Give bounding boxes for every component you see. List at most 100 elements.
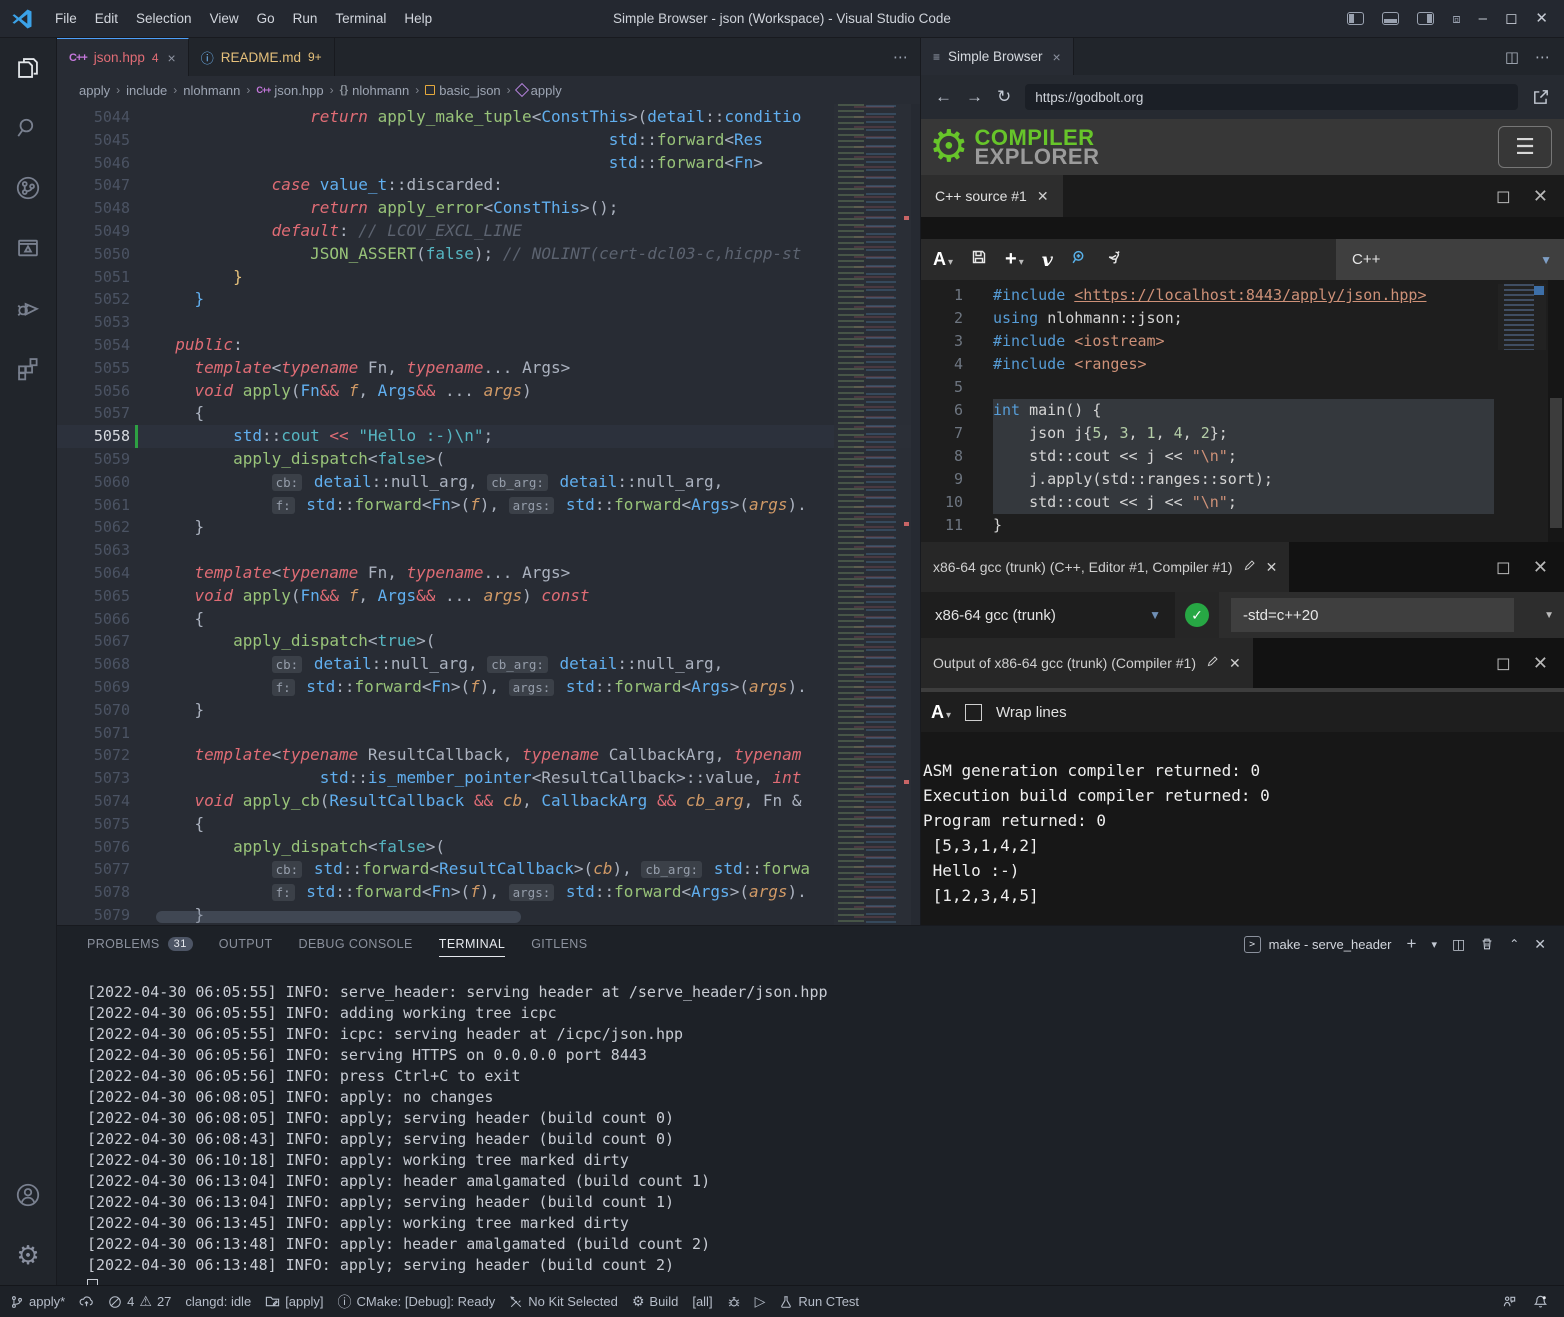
close-panel-icon[interactable]: ✕ bbox=[1534, 936, 1546, 953]
tab-readme-md[interactable]: ⓘ README.md 9+ bbox=[189, 38, 335, 76]
maximize-pane-icon[interactable]: ◻ bbox=[1496, 186, 1511, 207]
godbolt-code-line[interactable]: 1#include <https://localhost:8443/apply/… bbox=[921, 284, 1564, 307]
url-input[interactable]: https://godbolt.org bbox=[1025, 84, 1518, 110]
output-pane-tab[interactable]: Output of x86-64 gcc (trunk) (Compiler #… bbox=[921, 638, 1253, 688]
panel-tab-problems[interactable]: PROBLEMS31 bbox=[87, 926, 193, 962]
code-line[interactable]: 5064template<typename Fn, typename... Ar… bbox=[57, 562, 920, 585]
code-line[interactable]: 5075{ bbox=[57, 813, 920, 836]
code-line[interactable]: 5073std::is_member_pointer<ResultCallbac… bbox=[57, 767, 920, 790]
terminal-output[interactable]: [2022-04-30 06:05:55] INFO: serve_header… bbox=[57, 962, 1564, 1299]
compiler-pane-tab[interactable]: x86-64 gcc (trunk) (C++, Editor #1, Comp… bbox=[921, 542, 1289, 592]
cppinsights-bird-icon[interactable] bbox=[1106, 249, 1123, 271]
close-pane-icon[interactable]: ✕ bbox=[1266, 559, 1278, 576]
godbolt-scrollbar[interactable] bbox=[1548, 280, 1564, 542]
flags-dropdown-icon[interactable]: ▼ bbox=[1544, 610, 1554, 621]
toggle-panel-icon[interactable] bbox=[1382, 12, 1399, 25]
godbolt-code-line[interactable]: 10 std::cout << j << "\n"; bbox=[921, 491, 1564, 514]
menu-file[interactable]: File bbox=[46, 11, 86, 26]
code-line[interactable]: 5051} bbox=[57, 266, 920, 289]
code-line[interactable]: 5053 bbox=[57, 311, 920, 334]
close-pane-icon[interactable]: ✕ bbox=[1533, 653, 1548, 674]
breadcrumb-item-include[interactable]: include bbox=[126, 83, 167, 98]
code-line[interactable]: 5066{ bbox=[57, 608, 920, 631]
code-line[interactable]: 5065void apply(Fn&& f, Args&& ... args) … bbox=[57, 585, 920, 608]
problems-item[interactable]: 4 ⚠ 27 bbox=[108, 1293, 171, 1310]
font-size-button[interactable]: A▾ bbox=[933, 249, 953, 270]
close-pane-icon[interactable]: ✕ bbox=[1533, 557, 1548, 578]
code-line[interactable]: 5055template<typename Fn, typename... Ar… bbox=[57, 357, 920, 380]
wrap-lines-checkbox[interactable] bbox=[965, 704, 982, 721]
menu-terminal[interactable]: Terminal bbox=[326, 11, 395, 26]
godbolt-code-line[interactable]: 9 j.apply(std::ranges::sort); bbox=[921, 468, 1564, 491]
close-pane-icon[interactable]: ✕ bbox=[1229, 655, 1241, 672]
close-icon[interactable]: ✕ bbox=[1037, 188, 1049, 205]
code-line[interactable]: 5069f: std::forward<Fn>(f), args: std::f… bbox=[57, 676, 920, 699]
maximize-icon[interactable]: ◻ bbox=[1505, 11, 1517, 26]
menu-view[interactable]: View bbox=[201, 11, 248, 26]
editor-horizontal-scrollbar[interactable] bbox=[156, 911, 521, 923]
godbolt-source-editor[interactable]: 1#include <https://localhost:8443/apply/… bbox=[921, 280, 1564, 542]
launch-item[interactable]: ▷ bbox=[755, 1293, 766, 1310]
editor-vertical-scrollbar[interactable] bbox=[911, 104, 920, 925]
code-line[interactable]: 5072template<typename ResultCallback, ty… bbox=[57, 744, 920, 767]
tab-json-hpp[interactable]: C++ json.hpp 4 × bbox=[57, 38, 189, 76]
build-target-item[interactable]: [all] bbox=[692, 1294, 712, 1309]
code-line[interactable]: 5074void apply_cb(ResultCallback && cb, … bbox=[57, 790, 920, 813]
settings-gear-icon[interactable]: ⚙ bbox=[0, 1225, 57, 1285]
breadcrumb-item-json.hpp[interactable]: C++json.hpp bbox=[256, 83, 323, 98]
code-line[interactable]: 5067apply_dispatch<true>( bbox=[57, 630, 920, 653]
new-terminal-icon[interactable]: + bbox=[1407, 934, 1417, 954]
code-line[interactable]: 5048return apply_error<ConstThis>(); bbox=[57, 197, 920, 220]
tab-simple-browser[interactable]: ≡ Simple Browser × bbox=[921, 38, 1074, 75]
open-external-icon[interactable] bbox=[1532, 88, 1550, 106]
source-tab[interactable]: C++ source #1 ✕ bbox=[921, 175, 1063, 217]
ctest-item[interactable]: Run CTest bbox=[779, 1294, 859, 1309]
rename-pane-icon[interactable] bbox=[1206, 655, 1219, 671]
code-line[interactable]: 5050JSON_ASSERT(false); // NOLINT(cert-d… bbox=[57, 243, 920, 266]
code-line[interactable]: 5070} bbox=[57, 699, 920, 722]
code-line[interactable]: 5044return apply_make_tuple<ConstThis>(d… bbox=[57, 106, 920, 129]
reload-icon[interactable]: ↻ bbox=[997, 87, 1011, 107]
toggle-secondary-sidebar-icon[interactable] bbox=[1417, 12, 1434, 25]
code-line[interactable]: 5071 bbox=[57, 722, 920, 745]
kit-item[interactable]: No Kit Selected bbox=[509, 1294, 618, 1309]
breadcrumb-item-apply[interactable]: apply bbox=[517, 83, 562, 98]
code-line[interactable]: 5063 bbox=[57, 539, 920, 562]
compiler-select[interactable]: x86-64 gcc (trunk) ▼ bbox=[921, 592, 1175, 638]
vim-mode-icon[interactable]: v bbox=[1042, 249, 1053, 271]
code-line[interactable]: 5047case value_t::discarded: bbox=[57, 174, 920, 197]
menu-run[interactable]: Run bbox=[284, 11, 327, 26]
maximize-pane-icon[interactable]: ◻ bbox=[1496, 557, 1511, 578]
breadcrumb-item-nlohmann[interactable]: {}nlohmann bbox=[340, 83, 410, 98]
code-line[interactable]: 5077cb: std::forward<ResultCallback>(cb)… bbox=[57, 858, 920, 881]
panel-tab-debug-console[interactable]: DEBUG CONSOLE bbox=[299, 926, 413, 962]
cmake-folder-item[interactable]: [apply] bbox=[265, 1294, 323, 1309]
close-tab-icon[interactable]: × bbox=[1053, 49, 1061, 65]
code-line[interactable]: 5061f: std::forward<Fn>(f), args: std::f… bbox=[57, 494, 920, 517]
godbolt-code-line[interactable]: 3#include <iostream> bbox=[921, 330, 1564, 353]
live-preview-icon[interactable] bbox=[0, 218, 57, 278]
breadcrumb-item-nlohmann[interactable]: nlohmann bbox=[183, 83, 240, 98]
compiler-explorer-logo[interactable]: COMPILER EXPLORER bbox=[974, 128, 1099, 166]
close-pane-icon[interactable]: ✕ bbox=[1533, 186, 1548, 207]
code-line[interactable]: 5049default: // LCOV_EXCL_LINE bbox=[57, 220, 920, 243]
save-icon[interactable] bbox=[971, 249, 987, 270]
minimize-icon[interactable]: – bbox=[1479, 11, 1487, 26]
code-line[interactable]: 5045std::forward<Res bbox=[57, 129, 920, 152]
split-editor-icon[interactable]: ◫ bbox=[1505, 48, 1519, 66]
build-item[interactable]: ⚙ Build bbox=[632, 1293, 678, 1310]
split-terminal-icon[interactable]: ◫ bbox=[1452, 936, 1465, 953]
notifications-bell-icon[interactable] bbox=[1533, 1294, 1548, 1309]
godbolt-code-line[interactable]: 11} bbox=[921, 514, 1564, 537]
font-size-button[interactable]: A▾ bbox=[931, 702, 951, 723]
terminal-instance-select[interactable]: > make - serve_header bbox=[1244, 936, 1392, 953]
menu-selection[interactable]: Selection bbox=[127, 11, 201, 26]
code-line[interactable]: 5076apply_dispatch<false>( bbox=[57, 836, 920, 859]
maximize-panel-icon[interactable]: ⌃ bbox=[1509, 937, 1519, 951]
close-tab-icon[interactable]: × bbox=[168, 50, 176, 66]
maximize-pane-icon[interactable]: ◻ bbox=[1496, 653, 1511, 674]
code-line[interactable]: 5058std::cout << "Hello :-)\n"; bbox=[57, 425, 920, 448]
code-line[interactable]: 5056void apply(Fn&& f, Args&& ... args) bbox=[57, 380, 920, 403]
code-line[interactable]: 5078f: std::forward<Fn>(f), args: std::f… bbox=[57, 881, 920, 904]
explorer-icon[interactable] bbox=[0, 38, 57, 98]
